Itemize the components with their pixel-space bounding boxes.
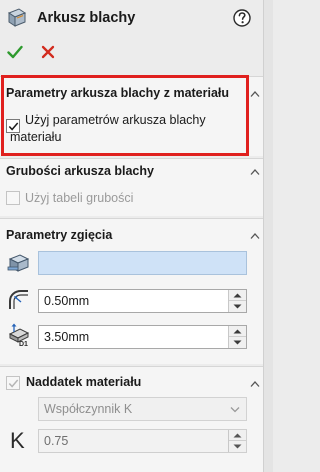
bend-allowance-type-value: Współczynnik K xyxy=(44,402,133,416)
arrow-down-icon xyxy=(233,340,242,345)
use-gauge-table-checkbox[interactable] xyxy=(6,191,20,205)
sheet-metal-icon xyxy=(7,8,27,27)
bend-radius-icon xyxy=(9,290,28,309)
group-title: Parametry zgięcia xyxy=(6,228,113,242)
k-factor-value: 0.75 xyxy=(44,434,69,448)
bend-radius-value: 0.50mm xyxy=(44,294,90,308)
k-factor-input[interactable]: 0.75 xyxy=(38,429,247,453)
panel-header: Arkusz blachy xyxy=(0,0,263,40)
property-manager-panel: Arkusz blachy Parametry arkusza blachy z… xyxy=(0,0,263,472)
chevron-up-icon[interactable] xyxy=(250,380,260,388)
sheet-thickness-increment-button[interactable] xyxy=(229,326,246,337)
vertical-scrollbar[interactable] xyxy=(263,0,273,472)
chevron-down-icon xyxy=(230,407,240,413)
action-bar xyxy=(0,40,263,66)
group-title: Grubości arkusza blachy xyxy=(6,164,154,178)
chevron-up-icon[interactable] xyxy=(250,168,260,176)
fixed-face-selection-box[interactable] xyxy=(38,251,247,275)
cancel-close-icon[interactable] xyxy=(40,44,56,60)
arrow-down-icon xyxy=(233,444,242,449)
fixed-face-icon xyxy=(7,254,30,272)
bend-allowance-type-dropdown[interactable]: Współczynnik K xyxy=(38,397,247,421)
bend-radius-input[interactable]: 0.50mm xyxy=(38,289,247,313)
bend-allowance-checkbox[interactable] xyxy=(6,376,20,390)
arrow-up-icon xyxy=(233,433,242,438)
chevron-up-icon[interactable] xyxy=(250,232,260,240)
sheet-thickness-spinner xyxy=(228,326,246,348)
group-sheet-params-from-material: Parametry arkusza blachy z materiału Uży… xyxy=(0,76,263,156)
chevron-up-icon[interactable] xyxy=(250,90,260,98)
k-factor-decrement-button[interactable] xyxy=(229,441,246,452)
bend-radius-decrement-button[interactable] xyxy=(229,301,246,312)
use-material-params-label-line1: Użyj parametrów arkusza blachy xyxy=(25,113,206,127)
ok-checkmark-icon[interactable] xyxy=(7,44,23,60)
bend-radius-increment-button[interactable] xyxy=(229,290,246,301)
bend-radius-spinner xyxy=(228,290,246,312)
sheet-thickness-value: 3.50mm xyxy=(44,330,90,344)
k-factor-increment-button[interactable] xyxy=(229,430,246,441)
group-title: Parametry arkusza blachy z materiału xyxy=(6,86,230,100)
group-sheet-gauges: Grubości arkusza blachy Użyj tabeli grub… xyxy=(0,158,263,216)
sheet-thickness-decrement-button[interactable] xyxy=(229,337,246,348)
group-title: Naddatek materiału xyxy=(26,375,142,389)
help-icon[interactable] xyxy=(232,8,252,28)
arrow-up-icon xyxy=(233,329,242,334)
svg-text:D1: D1 xyxy=(19,341,28,348)
checkmark-icon xyxy=(8,379,19,388)
k-factor-symbol: K xyxy=(10,428,25,453)
k-factor-spinner xyxy=(228,430,246,452)
sheet-thickness-icon: D1 xyxy=(8,323,30,348)
sheet-thickness-input[interactable]: 3.50mm xyxy=(38,325,247,349)
arrow-down-icon xyxy=(233,304,242,309)
arrow-up-icon xyxy=(233,293,242,298)
page-title: Arkusz blachy xyxy=(37,10,136,26)
use-gauge-table-label: Użyj tabeli grubości xyxy=(25,191,134,205)
use-material-params-label-line2: materiału xyxy=(10,130,62,144)
